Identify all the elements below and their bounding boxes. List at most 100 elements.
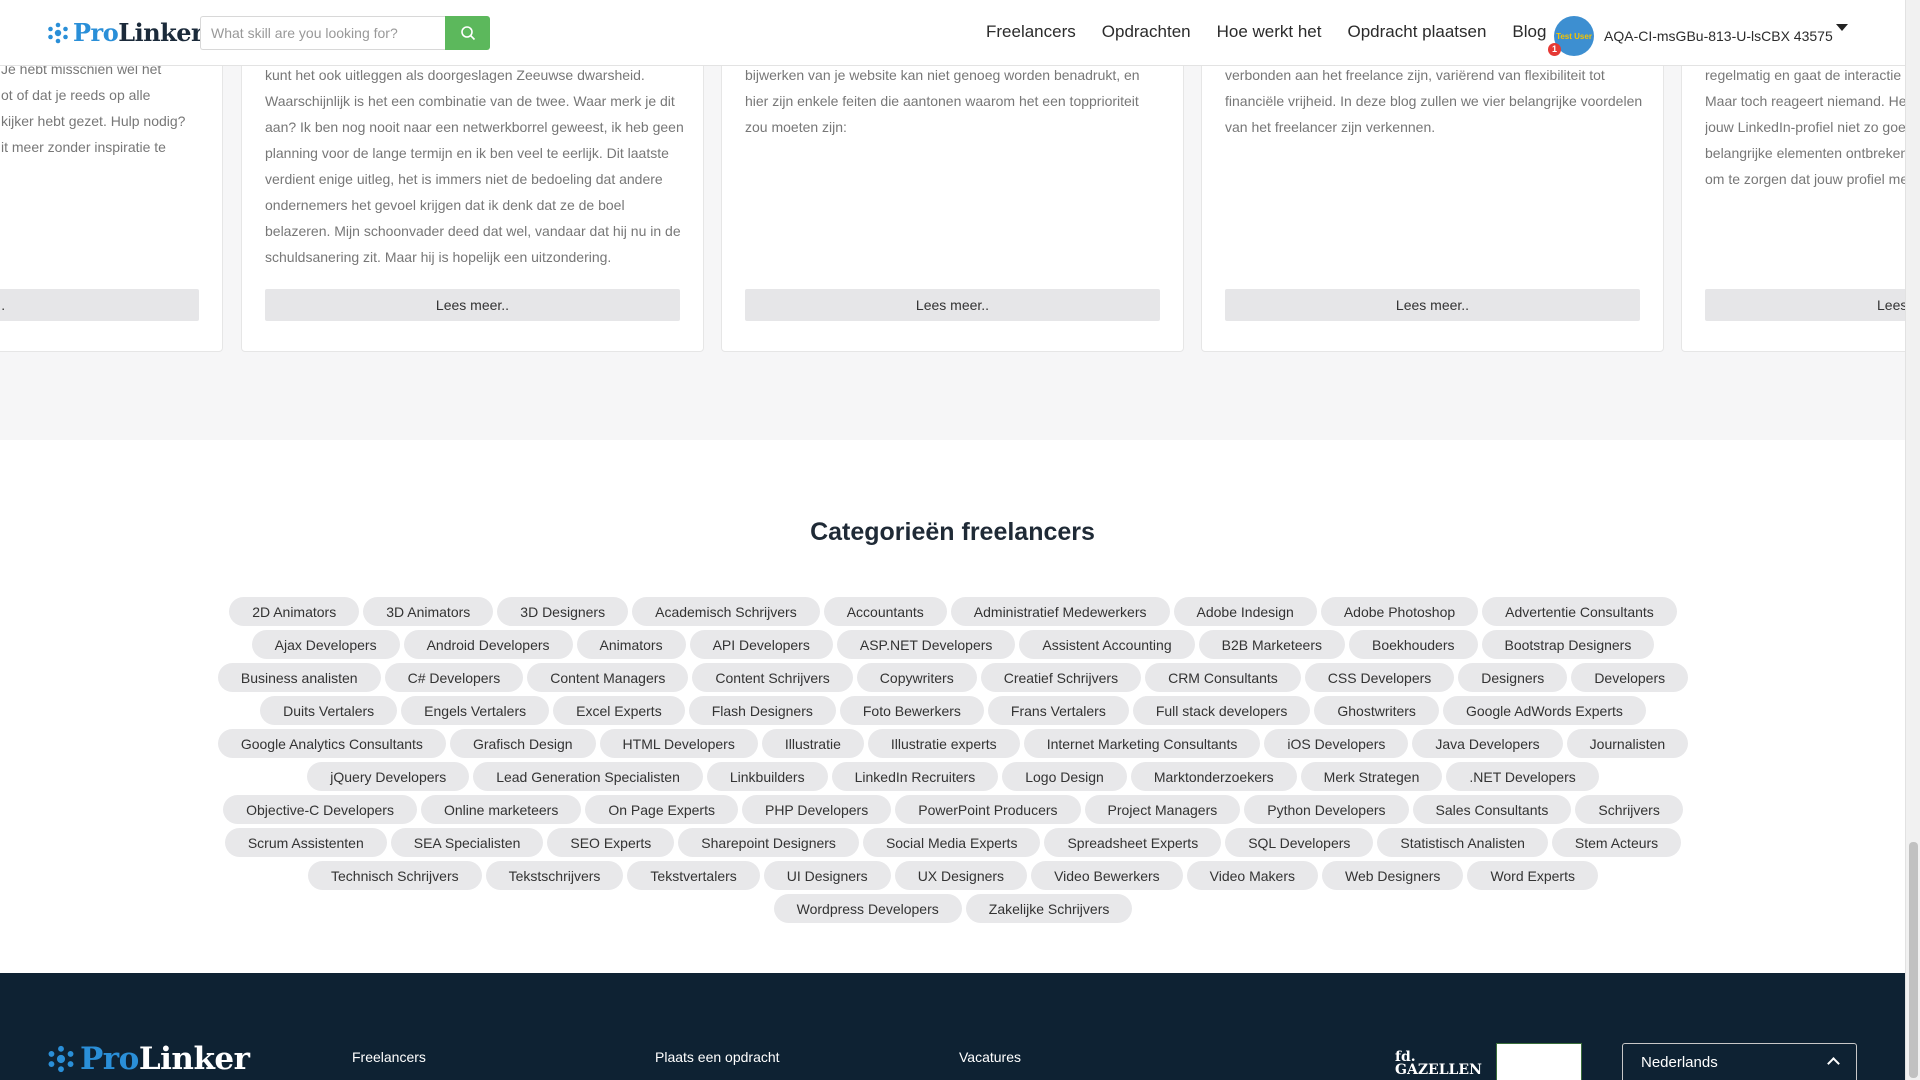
category-tag[interactable]: Engels Vertalers — [401, 696, 550, 725]
category-tag[interactable]: Web Designers — [1321, 861, 1464, 890]
footer-link[interactable]: Plaats een opdracht — [655, 1043, 827, 1071]
category-tag[interactable]: C# Developers — [384, 663, 524, 692]
category-tag[interactable]: Academisch Schrijvers — [632, 597, 820, 626]
category-tag[interactable]: Statistisch Analisten — [1377, 828, 1548, 857]
category-tag[interactable]: Adobe Indesign — [1173, 597, 1317, 626]
category-tag[interactable]: LinkedIn Recruiters — [831, 762, 999, 791]
category-tag[interactable]: Administratief Medewerkers — [950, 597, 1170, 626]
category-tag[interactable]: Objective-C Developers — [223, 795, 417, 824]
read-more-button[interactable]: Lees meer.. — [265, 289, 680, 321]
category-tag[interactable]: Spreadsheet Experts — [1044, 828, 1222, 857]
category-tag[interactable]: Ghostwriters — [1314, 696, 1439, 725]
category-tag[interactable]: Video Bewerkers — [1031, 861, 1183, 890]
category-tag[interactable]: Illustratie experts — [867, 729, 1020, 758]
category-tag[interactable]: Content Managers — [527, 663, 689, 692]
category-tag[interactable]: .NET Developers — [1446, 762, 1599, 791]
category-tag[interactable]: Zakelijke Schrijvers — [965, 894, 1133, 923]
read-more-button[interactable]: Lees meer.. — [745, 289, 1160, 321]
category-tag[interactable]: Grafisch Design — [449, 729, 596, 758]
category-tag[interactable]: Technisch Schrijvers — [308, 861, 482, 890]
category-tag[interactable]: Android Developers — [403, 630, 573, 659]
logo[interactable]: ProLinker — [47, 18, 204, 47]
category-tag[interactable]: Google Analytics Consultants — [217, 729, 446, 758]
footer-link[interactable]: Vacatures — [959, 1043, 1021, 1071]
category-tag[interactable]: UX Designers — [894, 861, 1028, 890]
scrollbar-thumb[interactable] — [1909, 842, 1918, 1078]
read-more-button[interactable]: eer.. — [0, 289, 199, 321]
category-tag[interactable]: PHP Developers — [741, 795, 892, 824]
category-tag[interactable]: Business analisten — [217, 663, 381, 692]
footer-logo[interactable]: ProLinker — [47, 1041, 250, 1077]
category-tag[interactable]: Flash Designers — [688, 696, 836, 725]
category-tag[interactable]: ASP.NET Developers — [836, 630, 1016, 659]
category-tag[interactable]: 2D Animators — [229, 597, 360, 626]
nav-blog[interactable]: Blog — [1512, 22, 1546, 42]
category-tag[interactable]: Lead Generation Specialisten — [473, 762, 703, 791]
category-tag[interactable]: Adobe Photoshop — [1320, 597, 1479, 626]
category-tag[interactable]: Schrijvers — [1575, 795, 1683, 824]
category-tag[interactable]: Tekstschrijvers — [485, 861, 624, 890]
footer-link[interactable]: Blog — [959, 1071, 1021, 1080]
category-tag[interactable]: Bootstrap Designers — [1481, 630, 1655, 659]
footer-link[interactable]: Aanmelden als professional — [655, 1071, 827, 1080]
search-input[interactable] — [200, 16, 445, 50]
category-tag[interactable]: Full stack developers — [1132, 696, 1311, 725]
category-tag[interactable]: Stem Acteurs — [1551, 828, 1682, 857]
category-tag[interactable]: Advertentie Consultants — [1482, 597, 1677, 626]
footer-link[interactable]: Freelancers — [352, 1043, 426, 1071]
category-tag[interactable]: Duits Vertalers — [260, 696, 398, 725]
nav-freelancers[interactable]: Freelancers — [986, 22, 1076, 42]
category-tag[interactable]: Scrum Assistenten — [224, 828, 387, 857]
category-tag[interactable]: Linkbuilders — [706, 762, 828, 791]
read-more-button[interactable]: Lees — [1705, 289, 1905, 321]
category-tag[interactable]: Wordpress Developers — [773, 894, 962, 923]
category-tag[interactable]: Tekstvertalers — [627, 861, 760, 890]
category-tag[interactable]: Accountants — [823, 597, 947, 626]
nav-opdrachten[interactable]: Opdrachten — [1102, 22, 1191, 42]
category-tag[interactable]: Video Makers — [1186, 861, 1318, 890]
category-tag[interactable]: Logo Design — [1002, 762, 1127, 791]
category-tag[interactable]: Boekhouders — [1348, 630, 1478, 659]
category-tag[interactable]: Frans Vertalers — [987, 696, 1129, 725]
category-tag[interactable]: Illustratie — [761, 729, 864, 758]
user-menu[interactable]: Test User 1 AQA-CI-msGBu-813-U-lsCBX 435… — [1548, 16, 1833, 56]
category-tag[interactable]: UI Designers — [763, 861, 891, 890]
category-tag[interactable]: CSS Developers — [1304, 663, 1455, 692]
category-tag[interactable]: Sales Consultants — [1412, 795, 1572, 824]
category-tag[interactable]: SEO Experts — [547, 828, 675, 857]
category-tag[interactable]: Project Managers — [1084, 795, 1241, 824]
category-tag[interactable]: On Page Experts — [585, 795, 738, 824]
category-tag[interactable]: iOS Developers — [1264, 729, 1409, 758]
category-tag[interactable]: Marktonderzoekers — [1130, 762, 1297, 791]
category-tag[interactable]: Foto Bewerkers — [839, 696, 984, 725]
category-tag[interactable]: API Developers — [689, 630, 833, 659]
avatar[interactable]: Test User 1 — [1548, 16, 1594, 56]
category-tag[interactable]: HTML Developers — [599, 729, 758, 758]
category-tag[interactable]: Designers — [1458, 663, 1568, 692]
category-tag[interactable]: Developers — [1571, 663, 1689, 692]
category-tag[interactable]: Ajax Developers — [251, 630, 400, 659]
category-tag[interactable]: Journalisten — [1566, 729, 1689, 758]
category-tag[interactable]: SEA Specialisten — [390, 828, 544, 857]
category-tag[interactable]: Sharepoint Designers — [678, 828, 859, 857]
notification-badge[interactable]: 1 — [1548, 43, 1561, 56]
category-tag[interactable]: PowerPoint Producers — [895, 795, 1081, 824]
category-tag[interactable]: Animators — [576, 630, 686, 659]
category-tag[interactable]: Excel Experts — [553, 696, 685, 725]
username[interactable]: AQA-CI-msGBu-813-U-lsCBX 43575 — [1604, 28, 1833, 44]
nav-hoe-werkt-het[interactable]: Hoe werkt het — [1217, 22, 1322, 42]
category-tag[interactable]: Google AdWords Experts — [1442, 696, 1646, 725]
category-tag[interactable]: Creatief Schrijvers — [980, 663, 1142, 692]
category-tag[interactable]: Word Experts — [1467, 861, 1598, 890]
footer-link[interactable]: Opdrachten — [352, 1071, 426, 1080]
scrollbar[interactable] — [1905, 0, 1920, 1080]
category-tag[interactable]: Internet Marketing Consultants — [1023, 729, 1261, 758]
category-tag[interactable]: Python Developers — [1244, 795, 1409, 824]
category-tag[interactable]: Assistent Accounting — [1019, 630, 1195, 659]
chevron-down-icon[interactable] — [1836, 24, 1848, 31]
category-tag[interactable]: 3D Animators — [363, 597, 494, 626]
search-button[interactable] — [445, 16, 490, 50]
language-select[interactable]: Nederlands — [1622, 1043, 1857, 1080]
category-tag[interactable]: CRM Consultants — [1145, 663, 1301, 692]
category-tag[interactable]: Content Schrijvers — [692, 663, 853, 692]
